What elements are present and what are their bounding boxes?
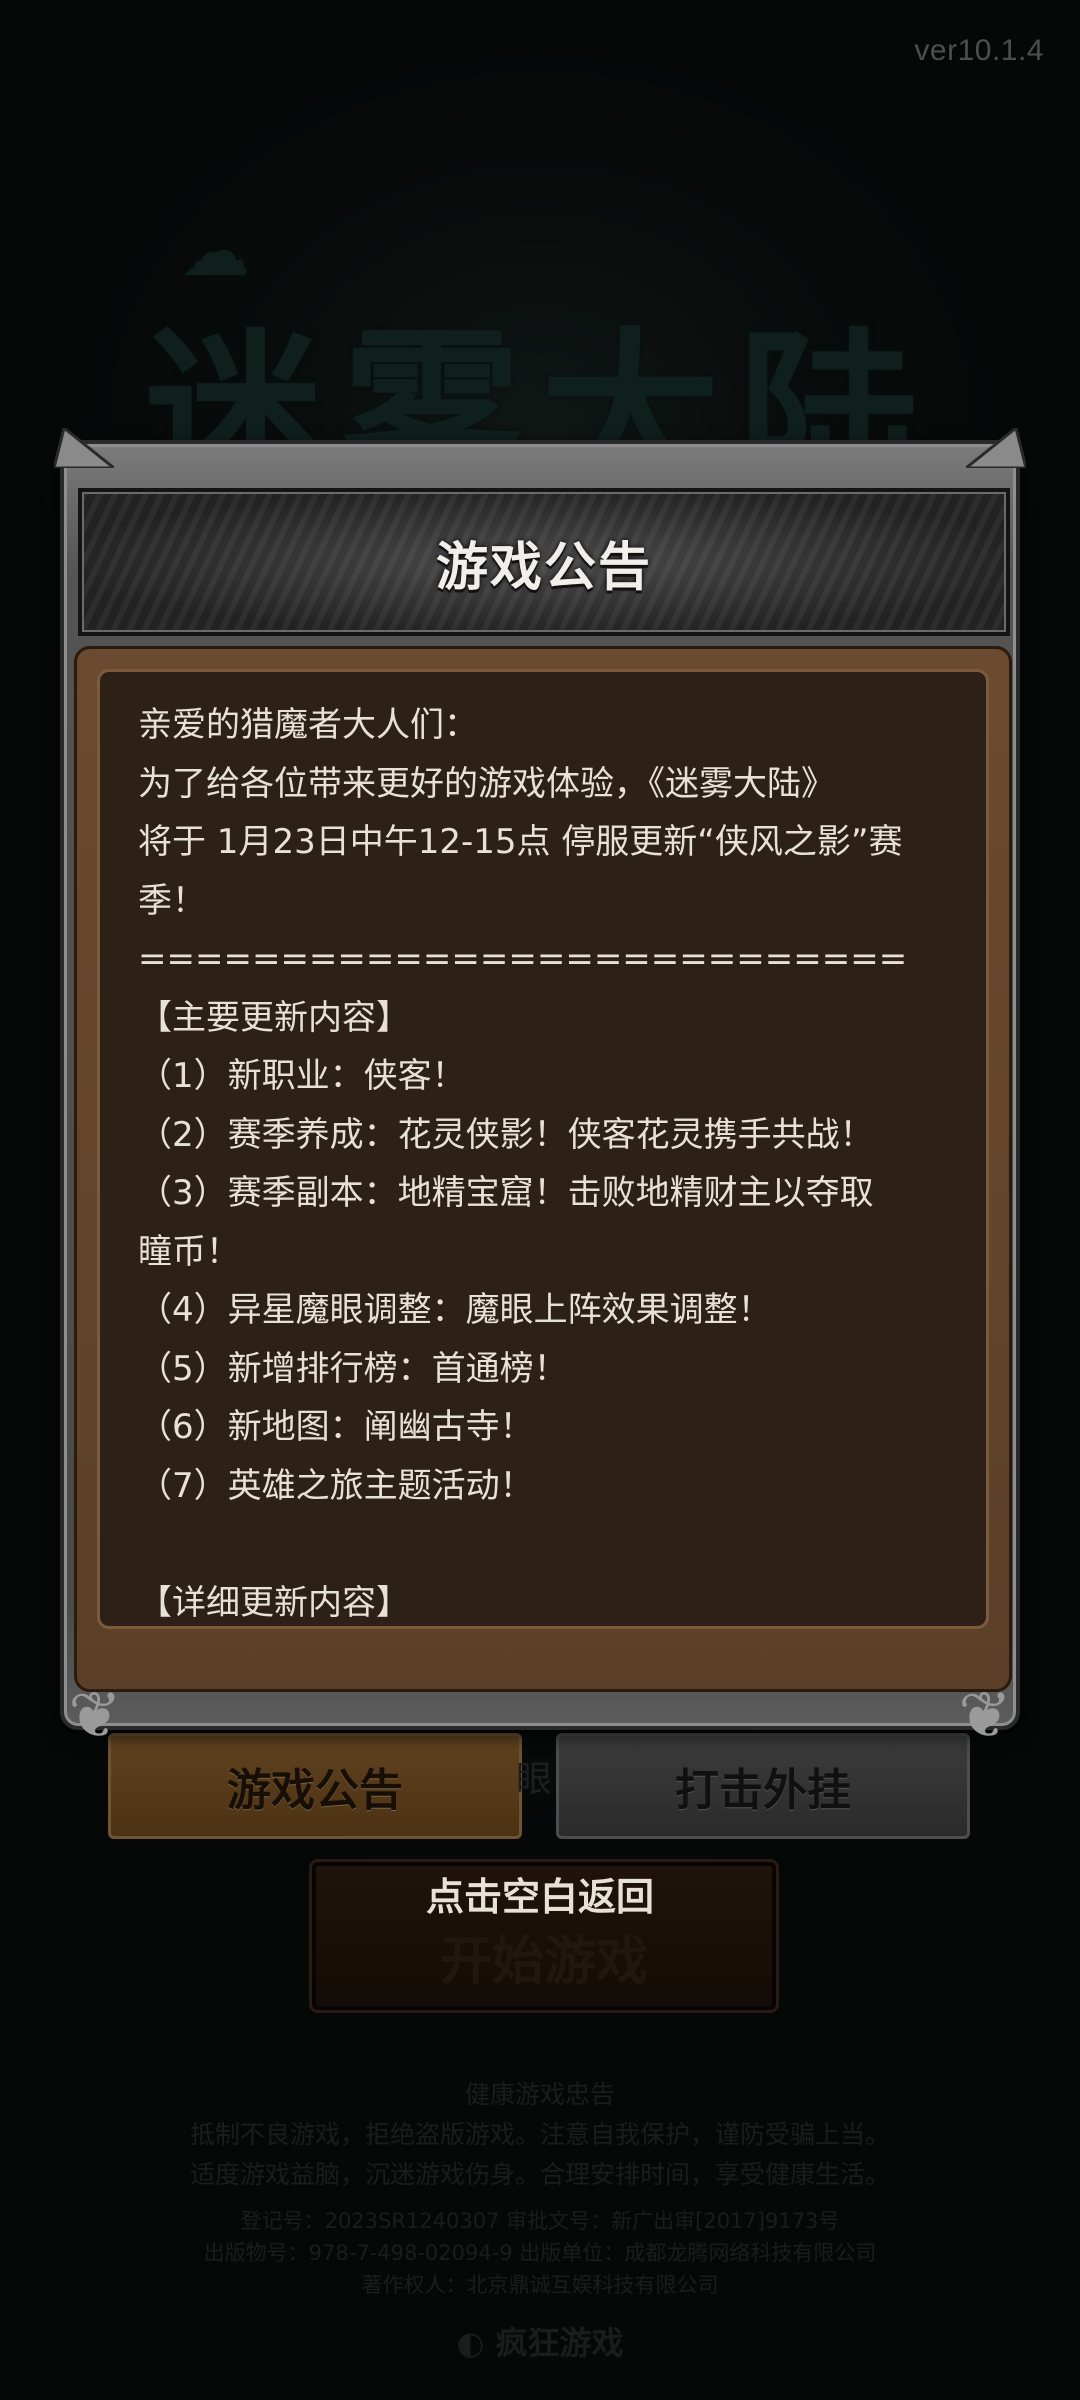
announcement-text: 亲爱的猎魔者大人们： 为了给各位带来更好的游戏体验，《迷雾大陆》将于 1月23日中… xyxy=(138,696,952,1626)
game-screen[interactable]: ☁ 迷雾大陆 ver10.1.4 游戏公告 眼 打击外挂 开始游戏 健康游戏忠告… xyxy=(0,0,1080,2400)
announcement-line: 将于 1月23日中午12-15点 停服更新“侠风之影”赛 xyxy=(138,822,903,862)
announcement-line xyxy=(138,1515,952,1574)
announcement-line: 【主要更新内容】 xyxy=(138,997,410,1038)
ornament-right-icon: ❦ xyxy=(958,1679,1012,1753)
announcement-line: （3）赛季副本：地精宝窟！击败地精财主以夺取 xyxy=(138,1173,874,1213)
announcement-line: 瞳币！ xyxy=(138,1231,240,1272)
announcement-line: 亲爱的猎魔者大人们： xyxy=(138,705,478,745)
dialog-title-bar: 游戏公告 xyxy=(78,488,1010,636)
announcement-scroll-area[interactable]: 亲爱的猎魔者大人们： 为了给各位带来更好的游戏体验，《迷雾大陆》将于 1月23日中… xyxy=(97,669,989,1629)
announcement-panel: 亲爱的猎魔者大人们： 为了给各位带来更好的游戏体验，《迷雾大陆》将于 1月23日中… xyxy=(74,646,1012,1692)
announcement-line: 【详细更新内容】 xyxy=(138,1582,410,1623)
announcement-line: （4）异星魔眼调整：魔眼上阵效果调整！ xyxy=(138,1290,772,1330)
dialog-title: 游戏公告 xyxy=(435,537,652,598)
tap-to-return-hint: 点击空白返回 xyxy=(425,1875,654,1919)
announcement-line: 为了给各位带来更好的游戏体验，《迷雾大陆》 xyxy=(138,763,835,804)
announcement-line: =========================== xyxy=(138,939,908,979)
announcement-line: （1）新职业：侠客！ xyxy=(138,1056,466,1096)
frame-peak-left-icon xyxy=(54,428,114,468)
announcement-line: （5）新增排行榜：首通榜！ xyxy=(138,1348,568,1389)
announcement-dialog: 游戏公告 亲爱的猎魔者大人们： 为了给各位带来更好的游戏体验，《迷雾大陆》将于 1… xyxy=(54,428,1026,1753)
announcement-line: （2）赛季养成：花灵侠影！侠客花灵携手共战！ xyxy=(138,1114,874,1155)
announcement-line: 季！ xyxy=(138,880,206,921)
announcement-line: （7）英雄之旅主题活动！ xyxy=(138,1465,534,1506)
frame-peak-right-icon xyxy=(966,428,1026,468)
announcement-line: （6）新地图：阐幽古寺！ xyxy=(138,1407,534,1447)
ornament-left-icon: ❦ xyxy=(68,1679,122,1753)
